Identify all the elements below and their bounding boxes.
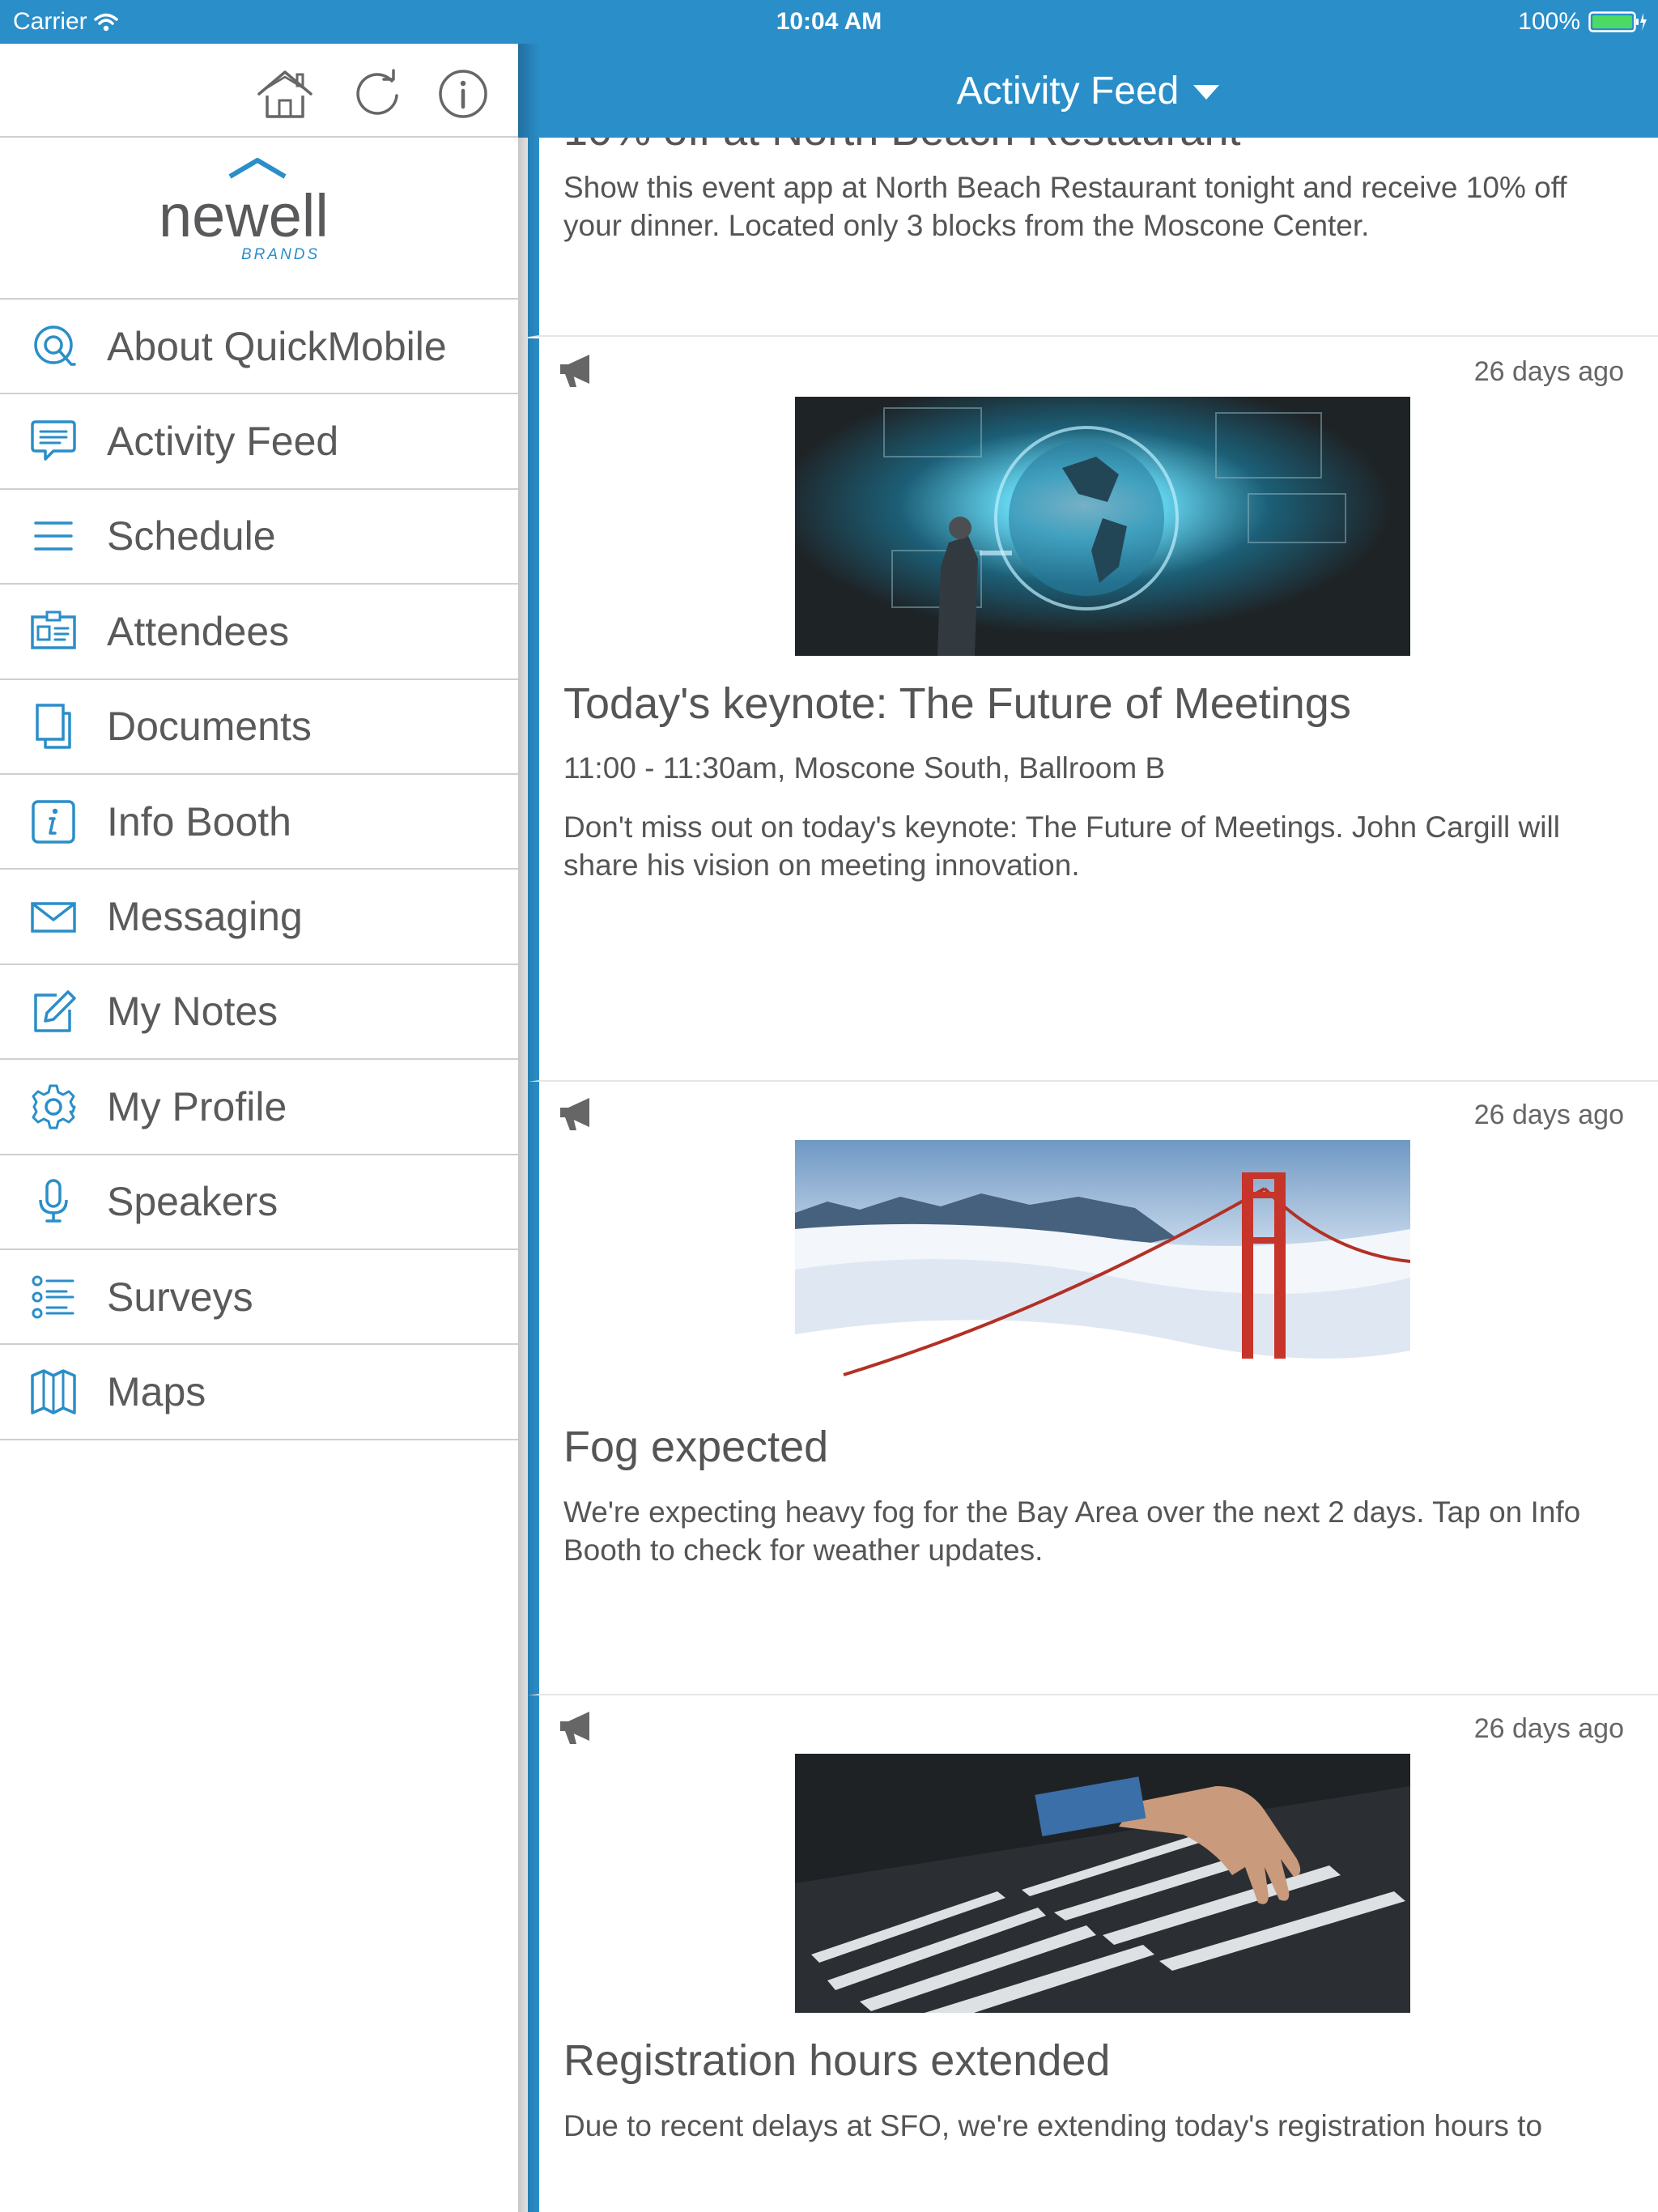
status-time: 10:04 AM [776, 8, 882, 35]
sidebar-item-label: Messaging [107, 894, 303, 940]
sidebar-item-label: My Notes [107, 989, 278, 1035]
logo-area: newell BRANDS [0, 138, 518, 300]
card-timestamp: 26 days ago [1473, 1100, 1624, 1130]
sidebar: newell BRANDS About QuickMobile Activity… [0, 44, 518, 2212]
sidebar-item-about-quickmobile[interactable]: About QuickMobile [0, 300, 518, 395]
info-button[interactable] [434, 65, 492, 123]
sidebar-item-label: Maps [107, 1368, 206, 1414]
card-body: We're expecting heavy fog for the Bay Ar… [563, 1495, 1581, 1567]
sidebar-item-label: Documents [107, 704, 312, 750]
chat-icon [28, 415, 79, 467]
home-icon [257, 70, 312, 118]
card-body: Show this event app at North Beach Resta… [563, 171, 1567, 242]
sidebar-item-documents[interactable]: Documents [0, 680, 518, 775]
sidebar-item-maps[interactable]: Maps [0, 1345, 518, 1440]
id-card-icon [28, 606, 79, 657]
sidebar-item-info-booth[interactable]: Info Booth [0, 775, 518, 870]
battery-percent: 100% [1518, 8, 1580, 35]
sidebar-item-speakers[interactable]: Speakers [0, 1155, 518, 1250]
sidebar-item-messaging[interactable]: Messaging [0, 870, 518, 965]
sidebar-item-label: My Profile [107, 1083, 287, 1129]
gear-icon [28, 1081, 79, 1133]
feed-card[interactable]: 10% off at North Beach Restaurant Show t… [528, 138, 1658, 337]
logo-sub: BRANDS [241, 246, 320, 263]
sidebar-item-label: Schedule [107, 513, 276, 559]
globe-technology-photo [795, 397, 1410, 656]
envelope-icon [28, 891, 79, 942]
card-title: Today's keynote: The Future of Meetings [563, 679, 1351, 728]
sidebar-menu: About QuickMobile Activity Feed Schedule [0, 300, 518, 1440]
registration-badges-photo [795, 1754, 1410, 2013]
list-icon [28, 510, 79, 562]
megaphone-icon [560, 1098, 589, 1130]
sidebar-item-schedule[interactable]: Schedule [0, 490, 518, 585]
battery: 100% [1518, 8, 1647, 36]
card-title: Registration hours extended [563, 2036, 1111, 2085]
sidebar-item-label: Attendees [107, 608, 290, 654]
map-icon [28, 1366, 79, 1418]
home-button[interactable] [256, 65, 314, 123]
sidebar-item-surveys[interactable]: Surveys [0, 1250, 518, 1346]
survey-icon [28, 1271, 79, 1323]
card-body: Due to recent delays at SFO, we're exten… [563, 2109, 1543, 2142]
feed-card[interactable]: 26 days ago [528, 338, 1658, 1082]
newell-brands-logo: newell BRANDS [159, 158, 329, 263]
card-title: Fog expected [563, 1423, 829, 1471]
refresh-button[interactable] [348, 65, 406, 123]
dropdown-caret-icon [1193, 85, 1220, 100]
info-booth-icon [28, 796, 79, 848]
activity-feed: 10% off at North Beach Restaurant Show t… [518, 138, 1658, 2212]
microphone-icon [28, 1176, 79, 1227]
sidebar-item-my-profile[interactable]: My Profile [0, 1060, 518, 1155]
feed-card[interactable]: 26 days ago [528, 1695, 1658, 2212]
sidebar-item-attendees[interactable]: Attendees [0, 585, 518, 680]
megaphone-icon [560, 1712, 589, 1744]
battery-icon [1588, 11, 1647, 32]
sidebar-item-label: About QuickMobile [107, 323, 447, 369]
sidebar-item-my-notes[interactable]: My Notes [0, 965, 518, 1061]
card-body: Don't miss out on today's keynote: The F… [563, 810, 1560, 882]
card-title: 10% off at North Beach Restaurant [563, 138, 1241, 155]
card-timestamp: 26 days ago [1473, 356, 1624, 387]
main-panel: Activity Feed 10% off at North Beach Res… [518, 44, 1658, 2212]
card-subtitle: 11:00 - 11:30am, Moscone South, Ballroom… [563, 751, 1166, 785]
info-icon [439, 70, 487, 118]
sidebar-item-label: Activity Feed [107, 419, 339, 465]
logo-wordmark: newell [159, 182, 329, 249]
edit-icon [28, 985, 79, 1037]
sidebar-item-label: Info Booth [107, 798, 291, 844]
view-selector[interactable]: Activity Feed [518, 44, 1658, 138]
golden-gate-fog-photo [795, 1140, 1410, 1399]
sidebar-item-activity-feed[interactable]: Activity Feed [0, 394, 518, 490]
sidebar-item-label: Surveys [107, 1274, 253, 1320]
sidebar-item-label: Speakers [107, 1179, 278, 1225]
page-title: Activity Feed [956, 69, 1180, 113]
about-icon [28, 321, 79, 372]
refresh-icon [356, 69, 398, 115]
status-bar: Carrier 10:04 AM 100% [0, 0, 1658, 44]
document-icon [28, 700, 79, 752]
card-timestamp: 26 days ago [1473, 1713, 1624, 1744]
megaphone-icon [560, 355, 589, 387]
sidebar-toolbar [0, 44, 518, 138]
feed-card[interactable]: 26 days ago [528, 1082, 1658, 1695]
